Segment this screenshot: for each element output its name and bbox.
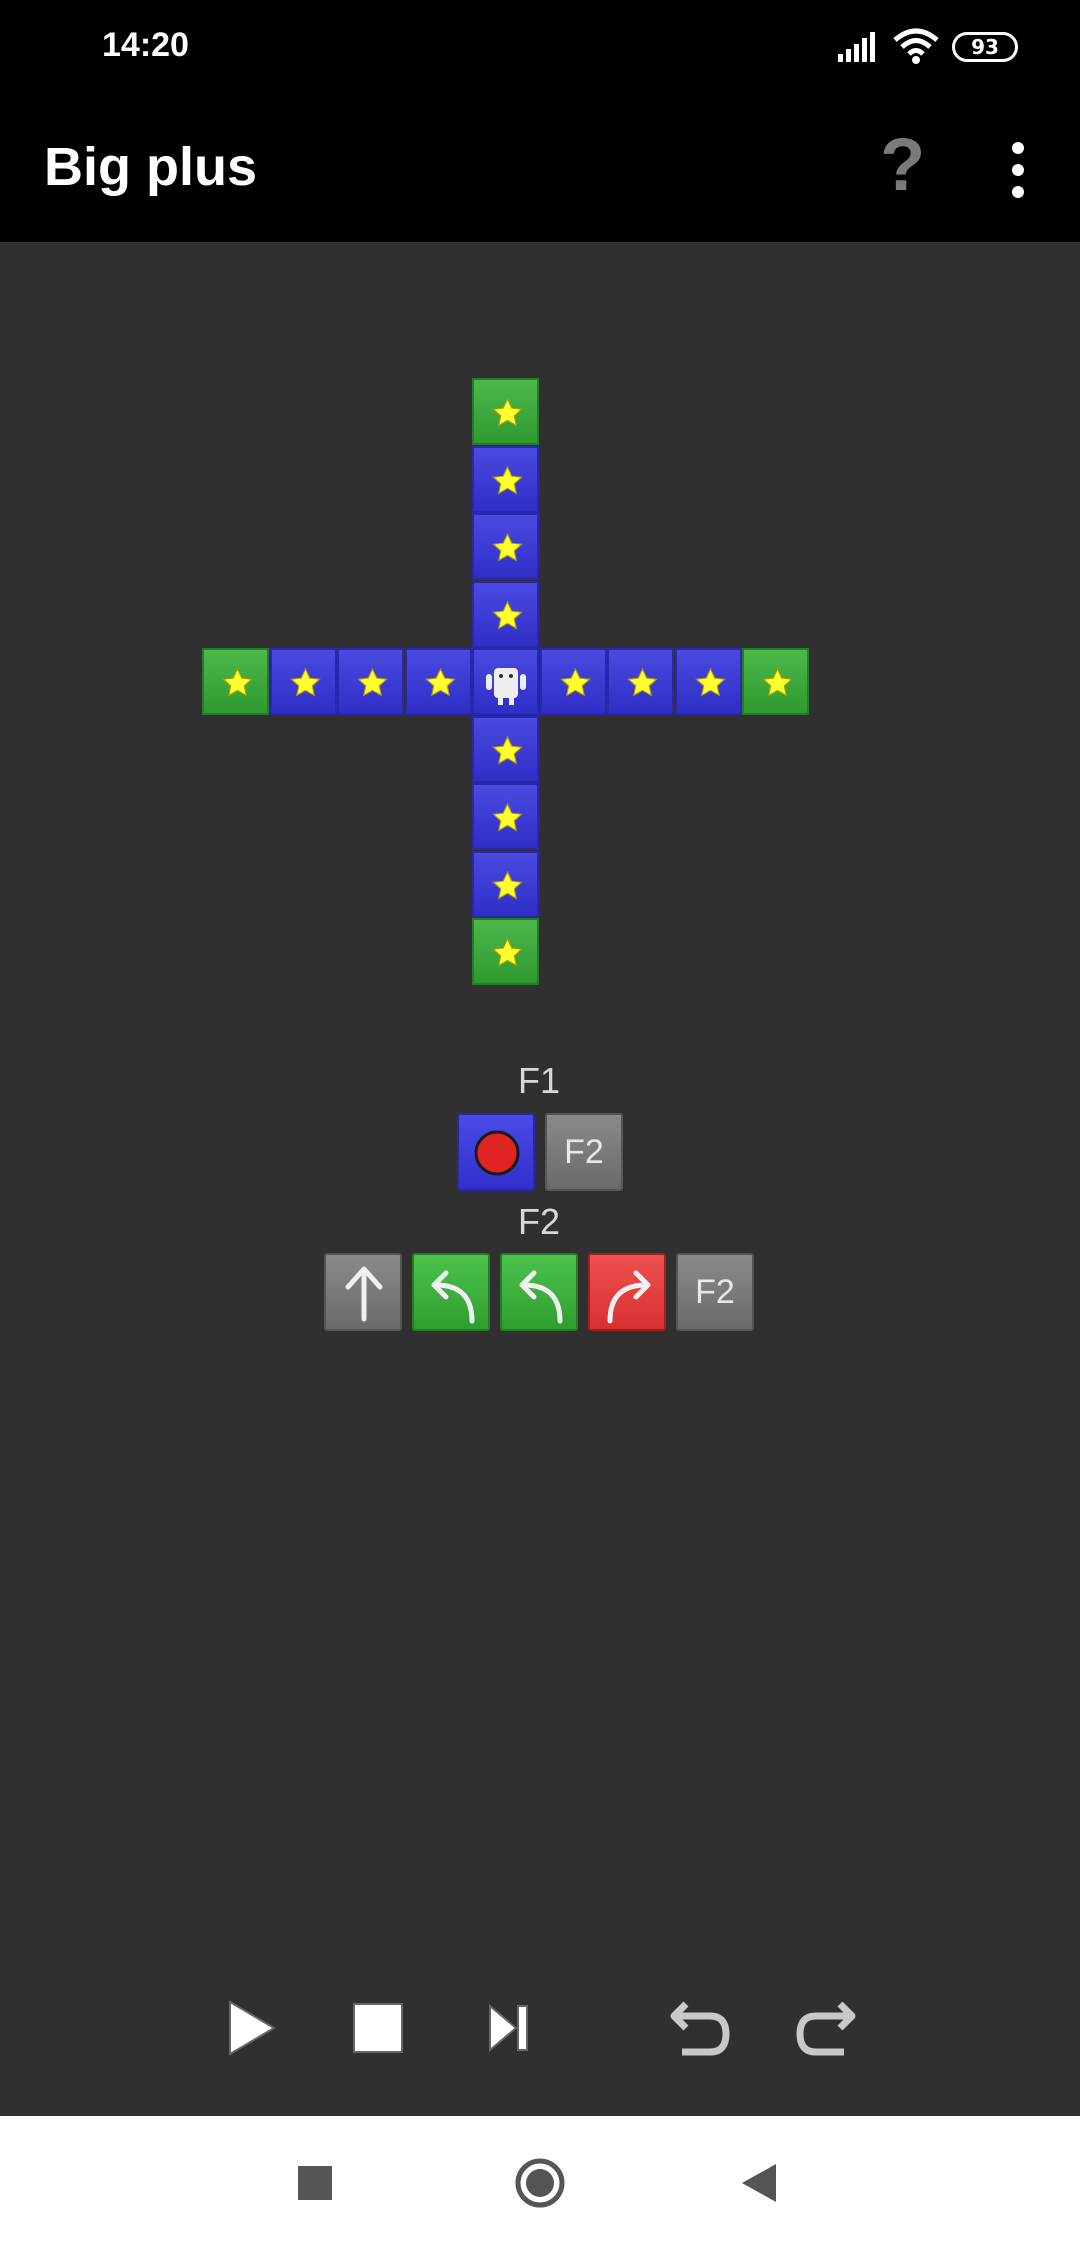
star-tile	[540, 648, 607, 715]
signal-icon	[838, 32, 875, 62]
recents-icon[interactable]	[298, 2166, 332, 2200]
star-icon	[695, 667, 726, 697]
star-icon	[425, 667, 456, 697]
star-tile	[607, 648, 674, 715]
status-bar: 14:20 93	[0, 0, 1080, 96]
star-tile	[472, 851, 539, 918]
star-tile	[472, 446, 539, 513]
f2-slot-turn-right[interactable]	[588, 1253, 666, 1331]
f2-slot-turn-left-1[interactable]	[412, 1253, 490, 1331]
turn-left-icon	[431, 1270, 475, 1324]
star-tile	[472, 716, 539, 783]
redo-icon[interactable]	[794, 1998, 856, 2058]
robot-icon	[486, 668, 526, 705]
undo-icon[interactable]	[670, 1998, 732, 2058]
goal-star-tile	[472, 918, 539, 985]
star-icon	[492, 870, 523, 900]
star-tile	[270, 648, 337, 715]
star-icon	[492, 465, 523, 495]
turn-left-icon	[519, 1270, 563, 1324]
star-icon	[492, 532, 523, 562]
goal-star-tile	[202, 648, 269, 715]
step-icon[interactable]	[486, 2002, 532, 2054]
star-tile	[337, 648, 404, 715]
star-tile	[405, 648, 472, 715]
record-icon	[474, 1130, 520, 1176]
star-icon	[492, 600, 523, 630]
function-label-f1: F1	[517, 1060, 560, 1101]
star-icon	[492, 802, 523, 832]
app-bar: Big plus ?	[0, 96, 1080, 242]
f2-slot-forward[interactable]	[324, 1253, 402, 1331]
star-icon	[492, 397, 523, 427]
f2-slot-turn-left-2[interactable]	[500, 1253, 578, 1331]
star-icon	[762, 667, 793, 697]
star-tile	[472, 581, 539, 648]
status-time: 14:20	[102, 26, 189, 64]
star-icon	[290, 667, 321, 697]
star-icon	[560, 667, 591, 697]
star-tile	[472, 513, 539, 580]
f1-slot-record[interactable]	[457, 1113, 535, 1191]
function-label-f2: F2	[517, 1201, 560, 1242]
wifi-icon	[893, 28, 939, 64]
back-icon[interactable]	[742, 2164, 776, 2202]
help-button[interactable]: ?	[880, 122, 925, 207]
robot-tile	[472, 648, 539, 715]
star-icon	[222, 667, 253, 697]
battery-indicator: 93	[952, 32, 1018, 62]
turn-right-icon	[607, 1270, 651, 1324]
star-icon	[627, 667, 658, 697]
play-icon[interactable]	[224, 1998, 280, 2058]
star-icon	[357, 667, 388, 697]
arrow-up-icon	[345, 1266, 383, 1322]
star-icon	[492, 735, 523, 765]
f1-slot-call-f2[interactable]: F2	[545, 1113, 623, 1191]
star-tile	[472, 783, 539, 850]
f2-slot-call-f2[interactable]: F2	[676, 1253, 754, 1331]
more-options-icon[interactable]	[1010, 142, 1026, 202]
star-tile	[675, 648, 742, 715]
page-title: Big plus	[44, 137, 257, 197]
star-icon	[492, 937, 523, 967]
stop-icon[interactable]	[352, 2002, 404, 2054]
goal-star-tile	[472, 378, 539, 445]
system-nav-bar	[0, 2116, 1080, 2246]
goal-star-tile	[742, 648, 809, 715]
home-icon[interactable]	[514, 2157, 566, 2209]
